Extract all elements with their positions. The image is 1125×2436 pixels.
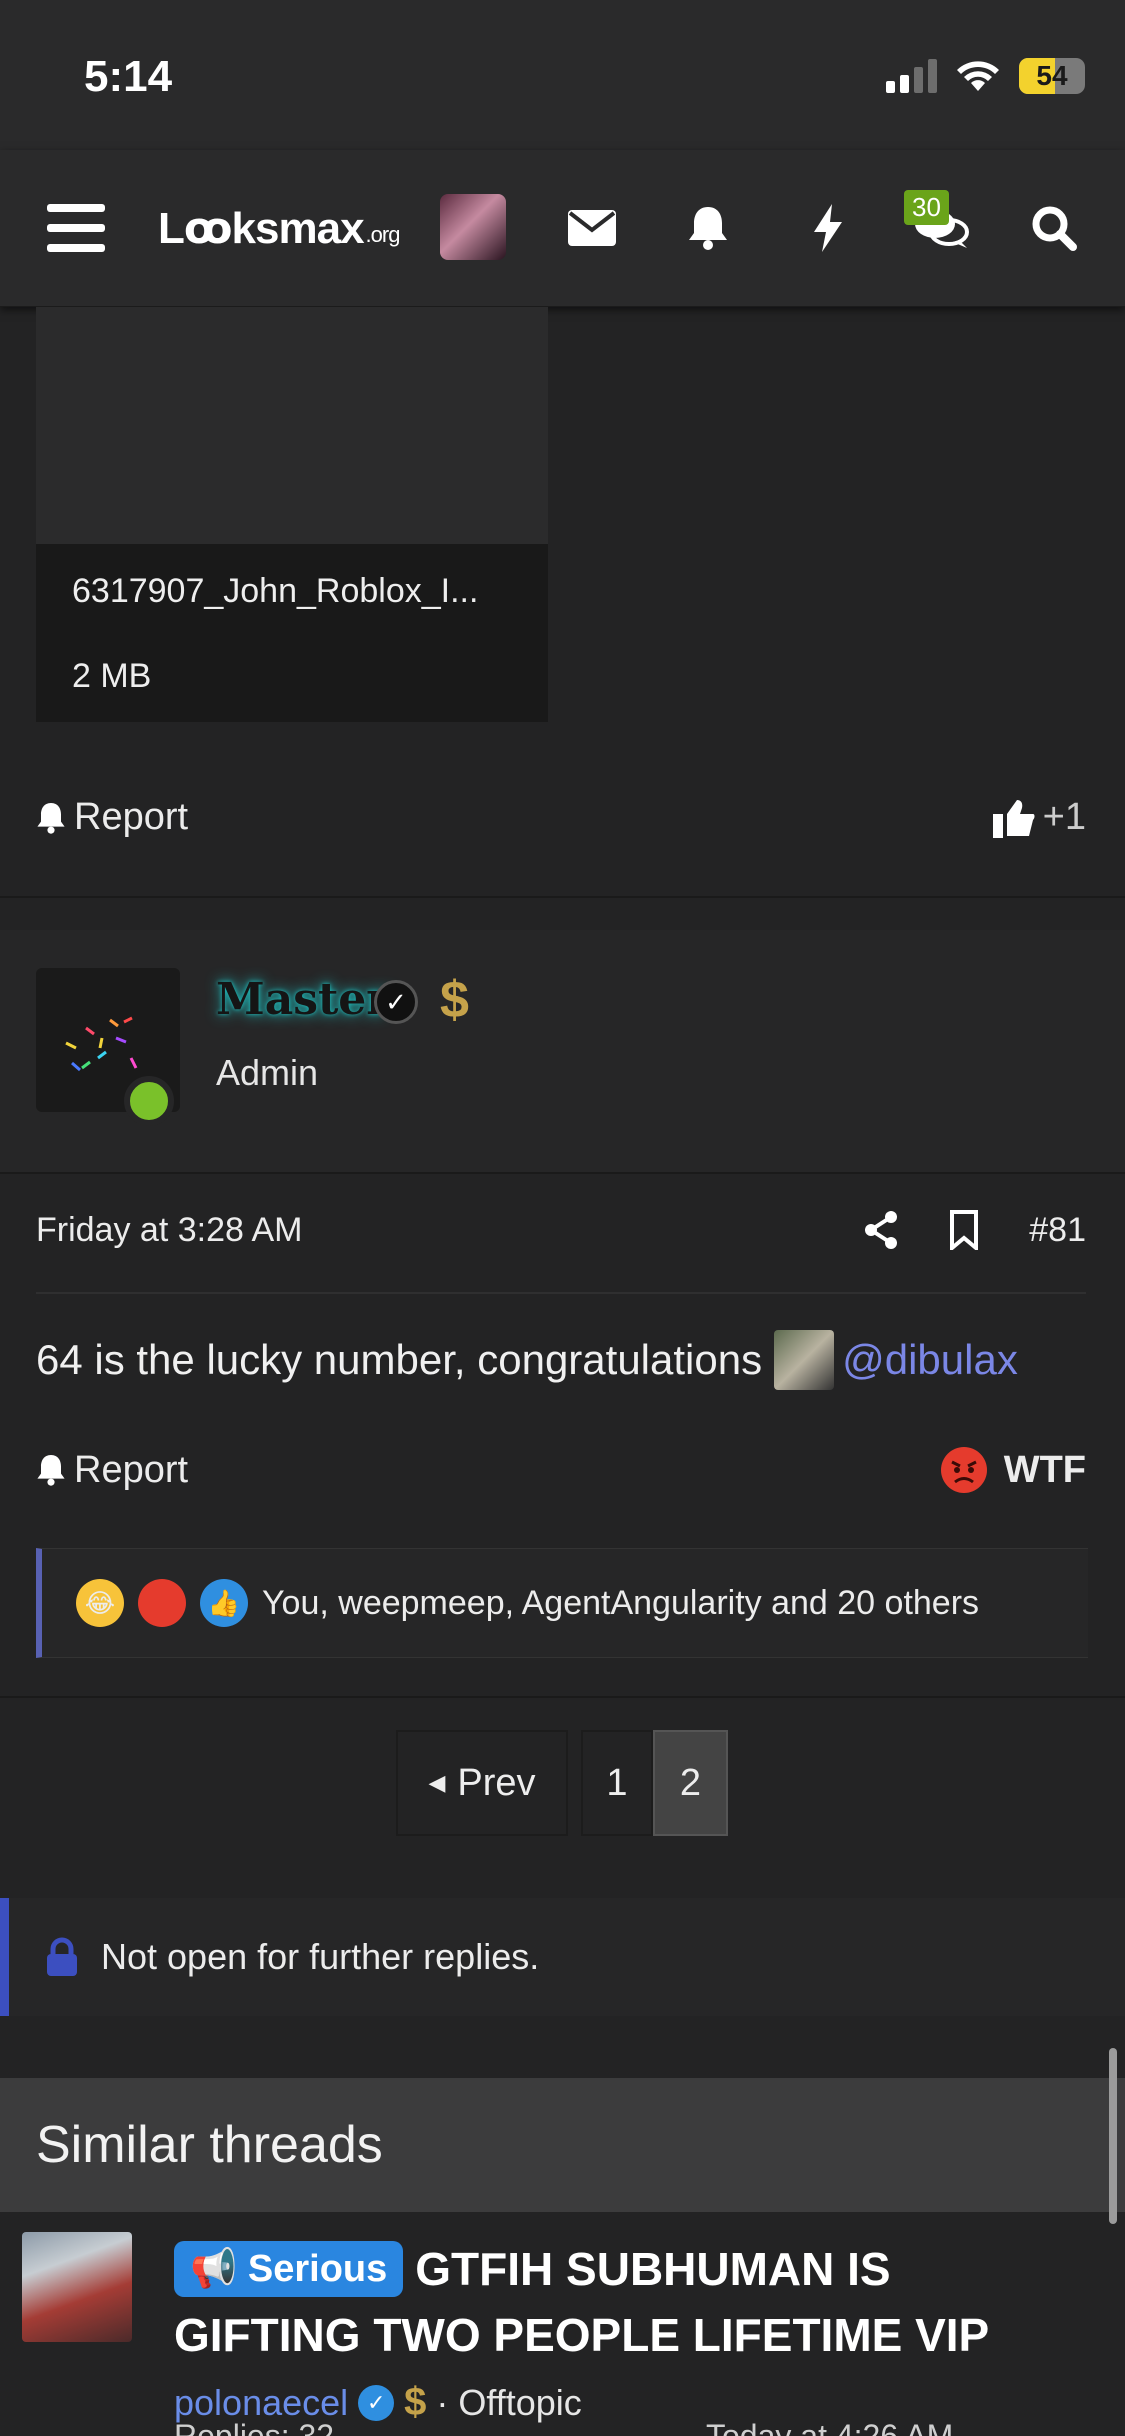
account-avatar[interactable] [440,194,506,260]
page-scrollbar[interactable] [1109,2048,1117,2224]
post-body: 64 is the lucky number, congratulations … [36,1330,1086,1390]
angry-face-icon [138,1579,186,1627]
thread-author-avatar[interactable] [22,2232,132,2342]
similar-threads-header: Similar threads [0,2078,1125,2212]
dollar-badge-icon: $ [440,971,469,1029]
reactions-text: You, weepmeep, AgentAngularity and 20 ot… [262,1583,980,1622]
post-text: 64 is the lucky number, congratulations [36,1336,763,1383]
report-link[interactable]: Report [36,1449,188,1492]
verified-check-icon: ✓ [374,980,418,1024]
divider [0,896,1125,898]
whats-new-button[interactable] [800,192,856,264]
author-title: Admin [216,1052,319,1093]
report-label: Report [74,1448,189,1491]
post-actions: Report WTF [36,1446,1086,1494]
reaction-label: WTF [1003,1448,1086,1491]
prefix-label: Serious [247,2248,388,2290]
angry-face-icon [940,1447,987,1493]
search-icon [1032,206,1077,251]
attachment-size: 2 MB [72,657,152,695]
thread-locked-notice: Not open for further replies. [0,1898,1125,2016]
locked-notice-text: Not open for further replies. [101,1936,540,1977]
site-logo[interactable]: Lꝏksmax .org [158,192,401,264]
lock-icon [47,1937,77,1976]
prev-page-button[interactable]: ◀ Prev [396,1730,568,1836]
similar-threads-title: Similar threads [36,2116,383,2174]
inbox-button[interactable] [564,192,620,264]
alerts-button[interactable] [680,192,736,264]
status-icons: 54 [886,58,1085,94]
post-number[interactable]: #81 [1029,1211,1086,1250]
dollar-badge-icon: $ [404,2380,427,2424]
divider [0,1696,1125,1698]
post-author-block: Master ✓ $ Admin [0,930,1125,1174]
attachment-thumbnail[interactable] [36,307,548,544]
online-status-indicator [124,1076,174,1126]
post-meta: Friday at 3:28 AM #81 [36,1210,1086,1250]
like-button[interactable]: +1 [992,796,1086,839]
thread-title[interactable]: 📢 Serious GTFIH SUBHUMAN IS GIFTING TWO P… [174,2236,1084,2368]
logo-text: Lꝏksmax [158,203,365,253]
report-label: Report [74,796,189,838]
top-navigation: Lꝏksmax .org [0,150,1125,307]
bell-icon [37,1455,65,1486]
thread-replies: Replies: 32 [174,2418,335,2436]
like-reaction-icon: 👍 [200,1579,248,1627]
page-2-current[interactable]: 2 [653,1730,728,1836]
prev-post-actions: Report +1 [36,796,1086,839]
battery-level: 54 [1036,60,1068,91]
divider [36,1292,1086,1294]
report-link[interactable]: Report [36,796,188,839]
thread-prefix-badge: 📢 Serious [174,2241,404,2297]
thread-forum[interactable]: · Offtopic [436,2382,581,2424]
lightning-icon [814,204,842,252]
bell-icon [37,802,65,834]
thumbs-up-icon [992,799,1035,838]
bell-icon [689,207,727,250]
attachment-filename: 6317907_John_Roblox_I... [72,572,479,610]
verified-check-icon: ✓ [358,2384,395,2421]
post-timestamp[interactable]: Friday at 3:28 AM [36,1211,302,1250]
reactions-summary[interactable]: 😂 👍 You, weepmeep, AgentAngularity and 2… [36,1548,1088,1658]
battery-icon: 54 [1019,58,1085,94]
status-bar: 5:14 54 [0,0,1125,150]
page-1-link[interactable]: 1 [581,1730,653,1836]
conversations-count-badge: 30 [904,190,949,225]
search-button[interactable] [1026,192,1082,264]
user-mention-link[interactable]: @dibulax [842,1336,1018,1384]
menu-button[interactable] [44,192,108,264]
laughing-face-icon: 😂 [76,1579,124,1627]
bookmark-icon[interactable] [949,1210,979,1250]
caret-left-icon: ◀ [428,1770,446,1795]
attachment-info[interactable]: 6317907_John_Roblox_I... 2 MB [36,544,548,722]
author-username[interactable]: Master [216,974,390,1025]
similar-thread-item[interactable]: 📢 Serious GTFIH SUBHUMAN IS GIFTING TWO P… [0,2212,1125,2436]
logo-suffix: .org [365,222,401,247]
wifi-icon [957,61,999,91]
status-time: 5:14 [84,52,173,101]
share-icon[interactable] [863,1210,899,1250]
like-count: +1 [1042,796,1086,838]
divider [0,1172,1125,1174]
thread-last-post-date: Today at 4:26 AM [706,2418,954,2436]
envelope-icon [568,210,616,246]
cellular-signal-icon [886,59,937,93]
prev-label: Prev [457,1761,536,1804]
mention-avatar[interactable] [774,1330,835,1390]
megaphone-icon: 📢 [190,2248,238,2290]
reaction-button[interactable]: WTF [940,1446,1086,1494]
